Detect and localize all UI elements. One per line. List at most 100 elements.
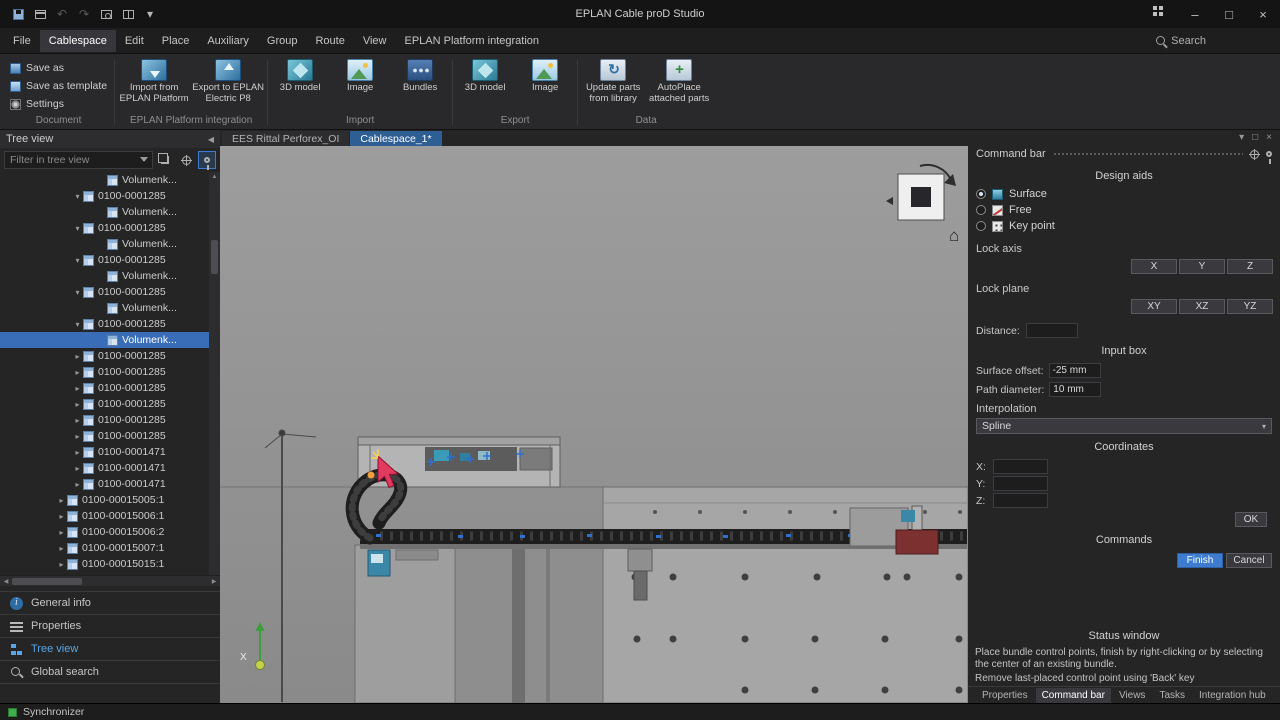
z-input[interactable] [993, 493, 1048, 508]
tree-item[interactable]: ▸0100-0001471 [0, 460, 209, 476]
scroll-left-icon[interactable]: ◀ [0, 578, 12, 585]
viewport[interactable]: ⌂ X [220, 146, 968, 703]
panel-options-icon[interactable] [1250, 150, 1259, 159]
redo-icon[interactable]: ↷ [74, 4, 94, 24]
ok-button[interactable]: OK [1235, 512, 1267, 527]
finish-button[interactable]: Finish [1177, 553, 1223, 568]
panel-tab-views[interactable]: Views [1113, 688, 1152, 703]
menu-tab-edit[interactable]: Edit [116, 30, 153, 52]
ribbon-button-3d-model[interactable]: 3D model [271, 56, 329, 94]
tree-item[interactable]: Volumenk... [0, 204, 209, 220]
tree-item[interactable]: ▸0100-0001285 [0, 396, 209, 412]
tree-item[interactable]: Volumenk... [0, 172, 209, 188]
chevron-down-icon[interactable]: ▾ [72, 224, 83, 233]
close-button[interactable]: × [1246, 0, 1280, 28]
chevron-right-icon[interactable]: ▸ [56, 512, 67, 521]
tree-item[interactable]: ▸0100-0001471 [0, 476, 209, 492]
design-aid-option-surface[interactable]: Surface [968, 186, 1280, 202]
sidebar-item-properties[interactable]: Properties [0, 615, 220, 638]
tree-item[interactable]: ▸0100-00015015:1 [0, 556, 209, 572]
x-input[interactable] [993, 459, 1048, 474]
chevron-right-icon[interactable]: ▸ [72, 480, 83, 489]
tree-item[interactable]: ▸0100-0001285 [0, 348, 209, 364]
design-aid-option-free[interactable]: Free [968, 202, 1280, 218]
path-diameter-input[interactable] [1049, 382, 1101, 397]
ribbon-button-3d-model[interactable]: 3D model [456, 56, 514, 94]
menu-tab-file[interactable]: File [4, 30, 40, 52]
tree-item[interactable]: Volumenk... [0, 332, 209, 348]
vertical-scrollbar-thumb[interactable] [211, 240, 218, 274]
menu-tab-view[interactable]: View [354, 30, 396, 52]
tree-item[interactable]: Volumenk... [0, 236, 209, 252]
viewport-canvas[interactable]: ⌂ X [220, 146, 968, 703]
chevron-down-icon[interactable]: ▾ [72, 288, 83, 297]
tree-item[interactable]: ▾0100-0001285 [0, 220, 209, 236]
tree-item[interactable]: ▸0100-0001285 [0, 428, 209, 444]
y-input[interactable] [993, 476, 1048, 491]
chevron-right-icon[interactable]: ▸ [72, 352, 83, 361]
lock-axis-x-button[interactable]: X [1131, 259, 1177, 274]
ribbon-button-save-as-template[interactable]: Save as template [6, 79, 111, 93]
radio-key-point[interactable] [976, 221, 986, 231]
tree-item[interactable]: Volumenk... [0, 268, 209, 284]
pin-button[interactable] [198, 151, 216, 169]
undo-icon[interactable]: ↶ [52, 4, 72, 24]
tree-item[interactable]: ▾0100-0001285 [0, 188, 209, 204]
chevron-down-icon[interactable]: ▾ [72, 256, 83, 265]
surface-offset-input[interactable] [1049, 363, 1101, 378]
sidebar-item-tree-view[interactable]: Tree view [0, 638, 220, 661]
menu-tab-place[interactable]: Place [153, 30, 199, 52]
lock-plane-xy-button[interactable]: XY [1131, 299, 1177, 314]
scroll-up-icon[interactable]: ▲ [212, 172, 218, 182]
lock-plane-yz-button[interactable]: YZ [1227, 299, 1273, 314]
maximize-button[interactable]: □ [1212, 0, 1246, 28]
menu-tab-auxiliary[interactable]: Auxiliary [198, 30, 258, 52]
tree-item[interactable]: ▾0100-0001285 [0, 252, 209, 268]
tree-item[interactable]: ▾0100-0001285 [0, 284, 209, 300]
tree-item[interactable]: Volumenk... [0, 300, 209, 316]
chevron-right-icon[interactable]: ▸ [56, 544, 67, 553]
tree-item[interactable]: ▸0100-0001285 [0, 380, 209, 396]
chevron-right-icon[interactable]: ▸ [72, 416, 83, 425]
tree-item[interactable]: ▸0100-00015006:2 [0, 524, 209, 540]
chevron-down-icon[interactable]: ▾ [72, 192, 83, 201]
tree-item[interactable]: ▸0100-0001471 [0, 444, 209, 460]
ribbon-button-update-parts-from-library[interactable]: Update parts from library [581, 56, 645, 105]
chevron-right-icon[interactable]: ▸ [72, 432, 83, 441]
capture-icon[interactable] [96, 4, 116, 24]
panel-maximize-icon[interactable]: □ [1252, 132, 1258, 143]
new-window-icon[interactable] [30, 4, 50, 24]
menu-tab-route[interactable]: Route [306, 30, 353, 52]
panel-tab-tasks[interactable]: Tasks [1153, 688, 1191, 703]
layout-icon[interactable] [118, 4, 138, 24]
panel-menu-icon[interactable]: ▾ [1239, 132, 1244, 143]
lock-axis-y-button[interactable]: Y [1179, 259, 1225, 274]
ribbon-button-autoplace-attached-parts[interactable]: AutoPlace attached parts [647, 56, 711, 105]
tree-filter-input[interactable] [4, 151, 153, 169]
ribbon-button-save-as[interactable]: Save as [6, 61, 68, 75]
command-bar-header[interactable]: Command bar [968, 145, 1280, 163]
lock-plane-xz-button[interactable]: XZ [1179, 299, 1225, 314]
chevron-right-icon[interactable]: ▸ [72, 384, 83, 393]
locate-button[interactable] [177, 151, 195, 169]
design-aid-option-key-point[interactable]: Key point [968, 218, 1280, 234]
chevron-right-icon[interactable]: ▸ [72, 400, 83, 409]
chevron-down-icon[interactable]: ▾ [72, 320, 83, 329]
ribbon-button-import-from-eplan-platform[interactable]: Import from EPLAN Platform [118, 56, 190, 105]
lock-axis-z-button[interactable]: Z [1227, 259, 1273, 274]
collapse-panel-icon[interactable]: ◀ [208, 135, 214, 144]
tree-horizontal-scrollbar[interactable]: ◀ ▶ [0, 575, 220, 586]
tree-item[interactable]: ▸0100-00015006:1 [0, 508, 209, 524]
panel-tab-properties[interactable]: Properties [976, 688, 1034, 703]
doc-tab-ees-rittal-perforex-oi[interactable]: EES Rittal Perforex_OI [222, 131, 349, 146]
menu-tab-group[interactable]: Group [258, 30, 307, 52]
distance-input[interactable] [1026, 323, 1078, 338]
chevron-right-icon[interactable]: ▸ [56, 528, 67, 537]
panel-pin-icon[interactable] [1266, 151, 1272, 157]
menu-tab-cablespace[interactable]: Cablespace [40, 30, 116, 52]
ribbon-button-image[interactable]: Image [331, 56, 389, 94]
sidebar-item-global-search[interactable]: Global search [0, 661, 220, 684]
tree-item[interactable]: ▸0100-00015007:1 [0, 540, 209, 556]
quick-access-dropdown-icon[interactable]: ▾ [140, 4, 160, 24]
home-icon[interactable]: ⌂ [949, 226, 959, 245]
